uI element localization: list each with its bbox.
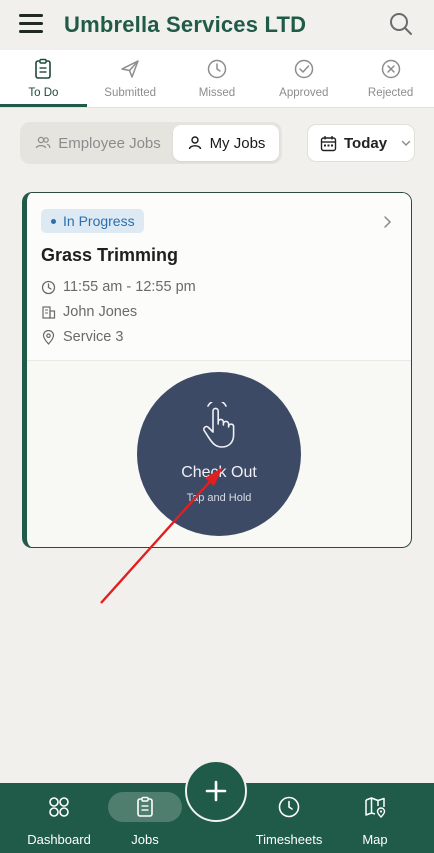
clipboard-icon: [137, 796, 153, 817]
employee-jobs-button[interactable]: Employee Jobs: [23, 125, 173, 161]
hamburger-menu-icon[interactable]: [19, 14, 43, 34]
location-pin-icon: [42, 329, 55, 345]
job-time-row: 11:55 am - 12:55 pm: [41, 279, 196, 295]
tab-approved[interactable]: Approved: [260, 50, 347, 107]
tab-label: Rejected: [367, 87, 414, 99]
chevron-right-icon[interactable]: [381, 215, 393, 229]
job-person-row: John Jones: [41, 304, 137, 320]
x-circle-icon: [381, 59, 400, 79]
nav-timesheets[interactable]: Timesheets: [250, 783, 328, 853]
check-out-label: Check Out: [181, 464, 257, 481]
dashboard-grid-icon: [49, 797, 69, 817]
clock-icon: [207, 59, 227, 79]
add-button[interactable]: [185, 760, 247, 822]
calendar-icon: [320, 135, 337, 151]
plus-icon: [205, 780, 227, 802]
app-title: Umbrella Services LTD: [64, 12, 307, 37]
tab-submitted[interactable]: Submitted: [87, 50, 174, 107]
date-filter-value: Today: [344, 134, 388, 152]
employee-jobs-label: Employee Jobs: [58, 134, 161, 152]
check-circle-icon: [294, 59, 314, 79]
user-icon: [188, 136, 201, 150]
status-badge: In Progress: [41, 209, 144, 233]
job-title: Grass Trimming: [41, 245, 179, 265]
my-jobs-button[interactable]: My Jobs: [173, 125, 279, 161]
job-service-row: Service 3: [41, 329, 123, 345]
job-card-details: In Progress Grass Trimming 11:55 am - 12…: [27, 193, 411, 361]
status-tabs: To Do Submitted Missed Approved Rejected: [0, 50, 434, 108]
app-header: Umbrella Services LTD: [0, 0, 434, 50]
nav-map-label: Map: [362, 832, 388, 847]
building-icon: [42, 305, 56, 319]
tab-label: Missed: [198, 87, 236, 99]
paper-plane-icon: [121, 60, 139, 78]
chevron-down-icon: [401, 140, 411, 146]
my-jobs-label: My Jobs: [209, 134, 266, 152]
tab-to-do[interactable]: To Do: [0, 50, 87, 107]
nav-timesheets-label: Timesheets: [255, 832, 323, 847]
tab-missed[interactable]: Missed: [174, 50, 261, 107]
job-person: John Jones: [63, 304, 138, 320]
nav-dashboard-label: Dashboard: [27, 832, 91, 847]
nav-jobs[interactable]: Jobs: [106, 783, 184, 853]
tab-label: Submitted: [104, 87, 157, 99]
job-time: 11:55 am - 12:55 pm: [63, 279, 196, 295]
tab-rejected[interactable]: Rejected: [347, 50, 434, 107]
clipboard-icon: [35, 58, 52, 79]
tap-hand-icon: [203, 402, 235, 448]
nav-jobs-label: Jobs: [131, 832, 159, 847]
status-badge-label: In Progress: [63, 213, 135, 229]
tab-label: Approved: [279, 87, 329, 99]
search-icon[interactable]: [388, 11, 414, 37]
status-dot: [51, 219, 56, 224]
check-out-hint: Tap and Hold: [186, 492, 252, 504]
nav-map[interactable]: Map: [350, 783, 400, 853]
job-service: Service 3: [63, 329, 124, 345]
check-out-button[interactable]: Check Out Tap and Hold: [137, 372, 301, 536]
clock-icon: [278, 796, 300, 818]
users-icon: [36, 136, 51, 149]
jobs-scope-toggle: Employee Jobs My Jobs: [20, 122, 282, 164]
nav-dashboard[interactable]: Dashboard: [22, 783, 96, 853]
tab-label: To Do: [28, 87, 59, 99]
date-filter-select[interactable]: Today: [307, 124, 415, 162]
map-pin-icon: [365, 797, 386, 818]
clock-icon: [41, 280, 56, 294]
